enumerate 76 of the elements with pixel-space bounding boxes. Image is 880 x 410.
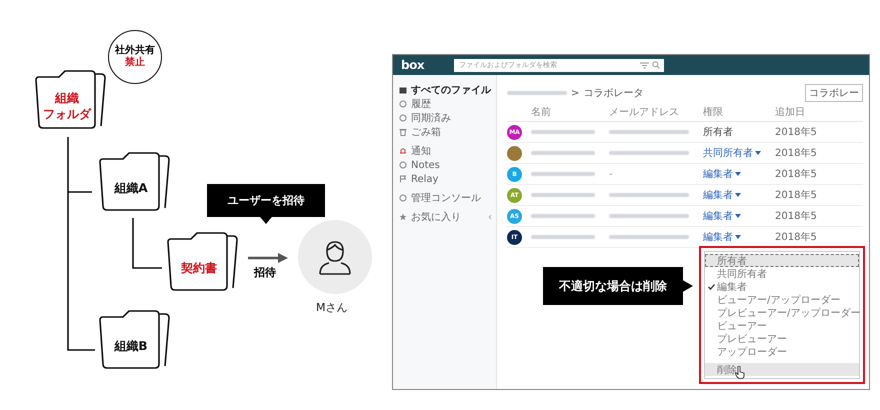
blurred-text <box>531 130 595 134</box>
sidebar-item[interactable]: Notes <box>399 158 492 172</box>
blurred-text <box>531 151 595 155</box>
folder-label: 契約書 <box>181 260 217 276</box>
folder-icon <box>399 86 407 94</box>
blurred-text <box>507 91 567 95</box>
caret-icon <box>735 235 741 239</box>
sidebar-item[interactable]: 同期済み <box>399 111 492 125</box>
table-cell-text: 2018年5 <box>775 147 818 160</box>
arrow-label: 招待 <box>254 265 276 280</box>
table-cell-text: 2018年5 <box>775 126 818 139</box>
folder-icon <box>97 308 173 370</box>
folder-icon <box>165 230 241 292</box>
sidebar-item[interactable]: ごみ箱 <box>399 125 492 139</box>
breadcrumb-separator: > <box>571 88 580 98</box>
sidebar-item[interactable]: 管理コンソール <box>399 191 492 205</box>
callout: 不適切な場合は削除 <box>543 267 693 305</box>
folder-label: 組織A <box>114 180 148 196</box>
caret-icon <box>735 172 741 176</box>
sidebar-item[interactable]: すべてのファイル <box>399 83 492 97</box>
blurred-text <box>531 172 595 176</box>
menu-item[interactable]: プレビューアー <box>705 332 859 345</box>
speech-bubble: 社外共有 禁止 <box>108 30 162 84</box>
star-icon <box>399 213 407 221</box>
folder-label: 組織 <box>55 90 79 106</box>
column-header: 追加日 <box>775 106 806 119</box>
menu-item[interactable]: 共同所有者 <box>705 267 859 280</box>
breadcrumb: コラボレータ <box>583 87 644 100</box>
blurred-text <box>531 235 595 239</box>
role-dropdown[interactable]: 編集者 <box>703 188 741 202</box>
arrow-icon <box>248 253 288 263</box>
table-cell-text: 2018年5 <box>775 189 818 202</box>
bell-icon <box>399 147 407 155</box>
sidebar-item[interactable]: 履歴 <box>399 97 492 111</box>
trash-icon <box>399 128 407 136</box>
table-cell: - <box>609 168 613 180</box>
menu-item[interactable]: 編集者 <box>705 280 859 293</box>
caret-icon <box>755 151 761 155</box>
role-dropdown[interactable]: 共同所有者 <box>703 146 761 160</box>
blurred-text <box>531 214 595 218</box>
menu-item[interactable]: ビューアー/アップローダー <box>705 293 859 306</box>
connector-line <box>132 218 162 269</box>
filter-icon[interactable] <box>640 62 650 68</box>
menu-item[interactable]: 所有者 <box>705 254 859 267</box>
menu-item[interactable]: 削除 <box>705 363 859 376</box>
search-icon[interactable] <box>652 61 660 69</box>
blurred-text <box>531 193 595 197</box>
column-header: メールアドレス <box>609 106 680 119</box>
folder-label: フォルダ <box>43 106 91 122</box>
folder-icon <box>33 68 109 130</box>
menu-item[interactable]: アップローダー <box>705 345 859 358</box>
column-header: 名前 <box>531 106 552 119</box>
sidebar-item[interactable]: お気に入り ‹ <box>399 210 492 224</box>
role-dropdown[interactable]: 編集者 <box>703 167 741 181</box>
logo: box <box>401 59 424 71</box>
caret-icon <box>735 193 741 197</box>
caret-icon <box>735 214 741 218</box>
column-header: 権限 <box>703 106 724 119</box>
folder-icon <box>97 150 173 212</box>
collaborator-button[interactable]: コラボレー <box>805 84 863 102</box>
sidebar-item[interactable]: Relay <box>399 172 492 186</box>
flag-icon <box>399 175 407 183</box>
sidebar-item[interactable]: 通知 <box>399 144 492 158</box>
tooltip: ユーザーを招待 <box>207 184 325 224</box>
menu-item[interactable]: ビューアー <box>705 319 859 332</box>
person-icon <box>318 239 352 275</box>
menu-item[interactable]: プレビューアー/アップローダー <box>705 306 859 319</box>
role-dropdown[interactable]: 編集者 <box>703 209 741 223</box>
role-dropdown[interactable]: 編集者 <box>703 230 741 244</box>
photo-placeholder <box>507 146 522 160</box>
table-cell-text: 2018年5 <box>775 210 818 223</box>
folder-label: 組織B <box>114 338 148 354</box>
person-name: Mさん <box>316 300 348 315</box>
table-cell-text: 2018年5 <box>775 231 818 244</box>
table-cell-text: 2018年5 <box>775 168 818 181</box>
table-cell-text: 所有者 <box>703 126 733 139</box>
